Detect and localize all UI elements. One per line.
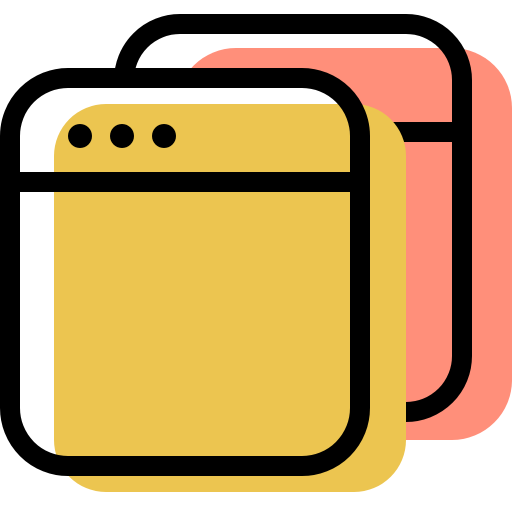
window-dot-1	[68, 124, 92, 148]
multiple-windows-icon	[0, 0, 512, 512]
window-dot-2	[110, 124, 134, 148]
windows-icon-svg	[0, 14, 512, 492]
window-dot-3	[152, 124, 176, 148]
